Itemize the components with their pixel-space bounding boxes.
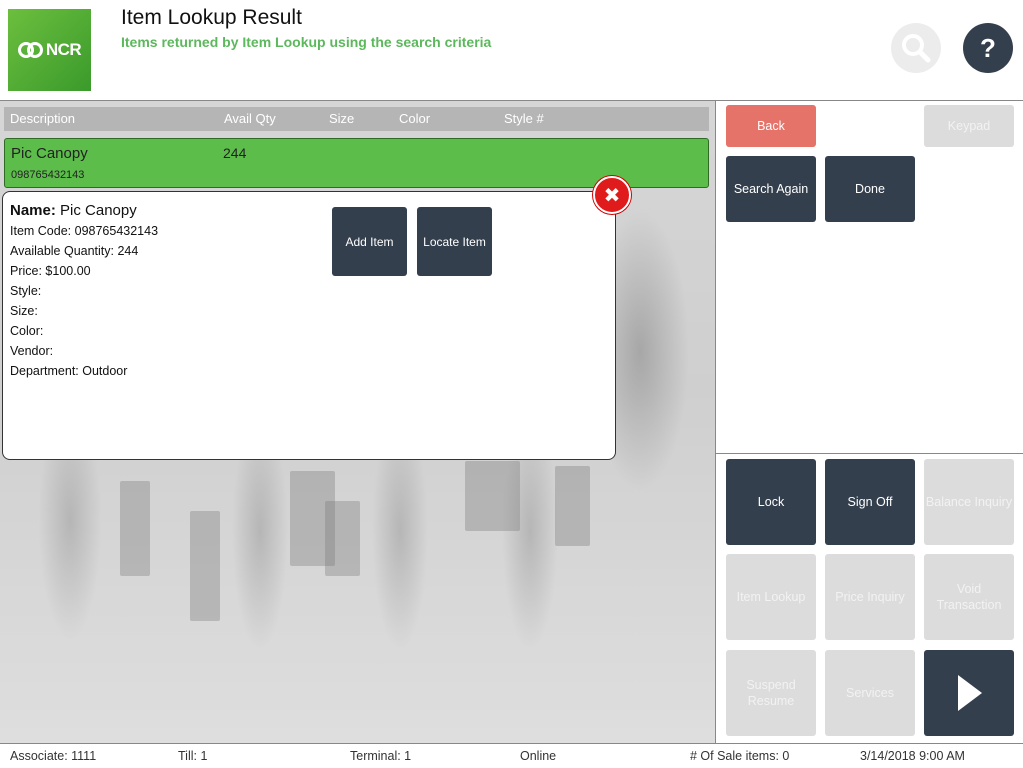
background-photo-shape: [325, 501, 360, 576]
background-photo-shape: [190, 511, 220, 621]
logo-text: NCR: [45, 40, 82, 59]
sign-off-button[interactable]: Sign Off: [825, 459, 915, 545]
locate-item-button[interactable]: Locate Item: [417, 207, 492, 276]
status-bar: Associate: 1111 Till: 1 Terminal: 1 Onli…: [0, 743, 1023, 768]
next-page-button[interactable]: [924, 650, 1014, 736]
column-description: Description: [10, 111, 76, 126]
add-item-button[interactable]: Add Item: [332, 207, 407, 276]
help-icon: ?: [980, 32, 996, 63]
services-button[interactable]: Services: [825, 650, 915, 736]
column-color: Color: [399, 111, 431, 126]
row-avail-qty: 244: [223, 145, 247, 161]
keypad-button[interactable]: Keypad: [924, 105, 1014, 147]
row-description: Pic Canopy: [11, 145, 88, 162]
footer-datetime: 3/14/2018 9:00 AM: [860, 749, 965, 763]
lock-button[interactable]: Lock: [726, 459, 816, 545]
footer-sale-items: # Of Sale items: 0: [690, 749, 790, 763]
void-transaction-button[interactable]: Void Transaction: [924, 554, 1014, 640]
search-button[interactable]: [891, 23, 941, 73]
background-photo-shape: [465, 461, 520, 531]
detail-size: Size:: [10, 304, 38, 318]
footer-associate: Associate: 1111: [10, 749, 97, 763]
suspend-resume-button[interactable]: Suspend Resume: [726, 650, 816, 736]
header: NCR Item Lookup Result Items returned by…: [0, 0, 1023, 101]
detail-name-value: Pic Canopy: [60, 202, 137, 219]
results-table-header: Description Avail Qty Size Color Style #: [4, 107, 709, 131]
column-avail-qty: Avail Qty: [224, 111, 276, 126]
back-button[interactable]: Back: [726, 105, 816, 147]
item-detail-panel: Name: Pic Canopy Item Code: 098765432143…: [2, 191, 616, 460]
chevron-right-icon: [958, 675, 982, 711]
detail-vendor: Vendor:: [10, 344, 54, 358]
done-button[interactable]: Done: [825, 156, 915, 222]
detail-price: Price: $100.00: [10, 264, 91, 278]
detail-name: Name: Pic Canopy: [10, 202, 137, 219]
help-button[interactable]: ?: [963, 23, 1013, 73]
action-panel-bottom: Lock Sign Off Balance Inquiry Item Looku…: [715, 453, 1023, 743]
detail-color: Color:: [10, 324, 44, 338]
search-icon: [902, 34, 931, 63]
page-title: Item Lookup Result: [121, 6, 302, 29]
search-again-button[interactable]: Search Again: [726, 156, 816, 222]
row-item-code: 098765432143: [11, 169, 85, 181]
balance-inquiry-button[interactable]: Balance Inquiry: [924, 459, 1014, 545]
footer-status: Online: [520, 749, 557, 763]
detail-style: Style:: [10, 284, 42, 298]
background-photo-shape: [555, 466, 590, 546]
detail-name-label: Name:: [10, 202, 56, 219]
column-style: Style #: [504, 111, 544, 126]
detail-available-quantity: Available Quantity: 244: [10, 244, 139, 258]
price-inquiry-button[interactable]: Price Inquiry: [825, 554, 915, 640]
close-icon: ✖: [603, 184, 621, 207]
detail-department: Department: Outdoor: [10, 364, 128, 378]
ncr-rings-icon: [17, 42, 44, 58]
column-size: Size: [329, 111, 355, 126]
page-subtitle: Items returned by Item Lookup using the …: [121, 34, 492, 50]
background-photo-shape: [120, 481, 150, 576]
detail-item-code: Item Code: 098765432143: [10, 224, 159, 238]
ncr-logo: NCR: [8, 9, 91, 91]
footer-till: Till: 1: [178, 749, 208, 763]
close-detail-button[interactable]: ✖: [593, 176, 631, 214]
footer-terminal: Terminal: 1: [350, 749, 412, 763]
action-panel-top: Back Keypad Search Again Done: [715, 101, 1023, 453]
item-lookup-button[interactable]: Item Lookup: [726, 554, 816, 640]
